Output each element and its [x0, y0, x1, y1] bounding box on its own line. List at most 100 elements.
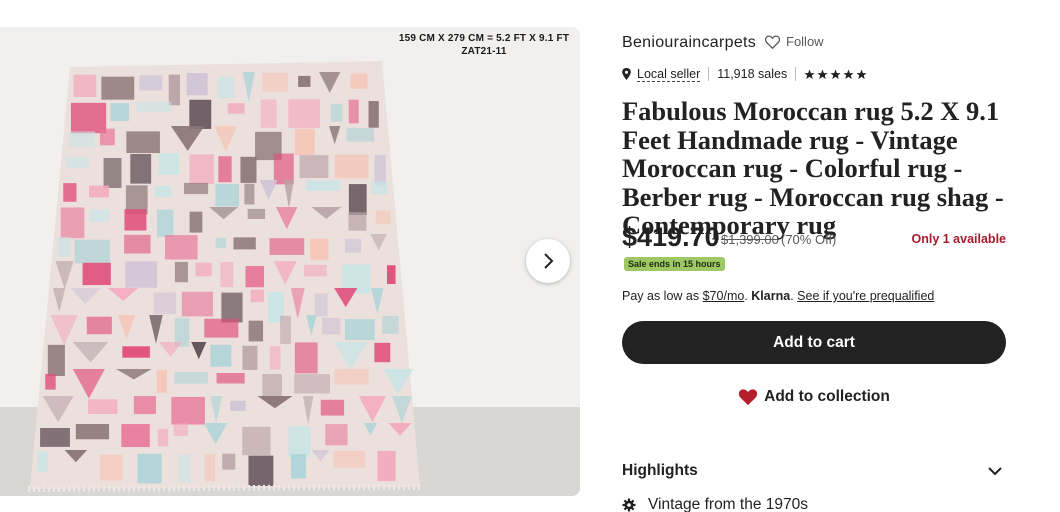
- klarna-logo: Klarna: [751, 289, 791, 303]
- local-seller-link[interactable]: Local seller: [637, 67, 701, 82]
- rug-photo: [0, 27, 580, 496]
- monthly-amount-link[interactable]: $70/mo: [703, 289, 745, 303]
- rug-motif: [322, 317, 341, 335]
- rug-motif: [298, 75, 311, 87]
- add-to-collection-button[interactable]: Add to collection: [622, 381, 1006, 413]
- rug-motif: [153, 292, 176, 315]
- discount-percent: (70% Off): [781, 232, 837, 247]
- rug-motif: [216, 373, 245, 384]
- klarna-payment-row: Pay as low as $70/mo. Klarna. See if you…: [622, 289, 934, 303]
- shop-name-link[interactable]: Beniouraincarpets: [622, 34, 756, 52]
- rug-motif: [90, 209, 110, 222]
- image-caption-dimensions: 159 CM X 279 CM = 5.2 FT X 9.1 FT: [398, 33, 570, 44]
- rug-motif: [334, 369, 369, 385]
- rug-motif: [174, 372, 208, 384]
- rug-motif: [240, 156, 257, 183]
- rug-motif: [262, 72, 288, 92]
- rug-motif: [189, 99, 212, 129]
- follow-label: Follow: [786, 34, 824, 49]
- rug-motif: [126, 131, 160, 154]
- rug-motif: [382, 315, 399, 335]
- rug-motif: [305, 180, 340, 191]
- rug-motif: [370, 181, 388, 195]
- pay-brand-suffix: .: [790, 289, 794, 303]
- rug-motif: [348, 212, 367, 231]
- highlights-toggle[interactable]: Highlights: [622, 455, 1006, 487]
- rug-motif: [157, 428, 169, 447]
- rug-motif: [294, 128, 315, 156]
- rug-motif: [227, 103, 245, 114]
- rug-motif: [88, 399, 118, 415]
- rug-motif: [156, 370, 167, 393]
- rug-motif: [348, 184, 367, 215]
- rug-motif: [65, 156, 90, 168]
- next-image-button[interactable]: [526, 239, 570, 283]
- rug-motif: [222, 453, 236, 470]
- rug-motif: [63, 183, 77, 202]
- rug-motif: [368, 101, 379, 128]
- star-icon: [804, 68, 815, 79]
- rug-motif: [204, 453, 216, 482]
- rug-motif: [184, 182, 209, 195]
- rug-motif: [103, 157, 122, 188]
- rug-motif: [178, 454, 191, 483]
- add-to-cart-label: Add to cart: [773, 333, 855, 351]
- rug-motif: [377, 450, 396, 482]
- rug-motif: [122, 346, 150, 358]
- sales-count: 11,918 sales: [717, 67, 788, 81]
- rug-motif: [136, 101, 172, 112]
- gear-icon: [622, 498, 636, 512]
- rug-motif: [210, 344, 232, 367]
- rug-motif: [273, 153, 294, 185]
- highlight-item: Vintage from the 1970s: [622, 496, 808, 512]
- rug-motif: [330, 103, 343, 122]
- rug-motif: [101, 76, 135, 100]
- rug-motif: [310, 238, 329, 260]
- rug-motif: [168, 74, 181, 106]
- rug-motif: [75, 424, 110, 440]
- prequalify-link[interactable]: See if you're prequalified: [797, 289, 934, 303]
- rug-motif: [294, 342, 318, 374]
- add-to-collection-label: Add to collection: [764, 388, 890, 405]
- rug-motif: [37, 451, 48, 472]
- rug-motif: [124, 209, 147, 231]
- rug-motif: [294, 374, 331, 394]
- rug-motif: [68, 131, 95, 148]
- rug-motif: [304, 264, 327, 277]
- heart-filled-icon: [739, 389, 758, 406]
- rug-motif: [374, 155, 386, 187]
- rug-motif: [45, 373, 56, 390]
- add-to-cart-button[interactable]: Add to cart: [622, 321, 1006, 364]
- chevron-down-icon: [988, 467, 1002, 476]
- rug-motif: [248, 455, 274, 486]
- seller-info-row: Local seller 11,918 sales: [622, 65, 867, 83]
- pay-prefix: Pay as low as: [622, 289, 700, 303]
- heart-outline-icon: [765, 35, 780, 49]
- rug-motif: [74, 239, 110, 264]
- rug-motif: [40, 427, 70, 447]
- rug-motif: [320, 399, 345, 416]
- rug-motif: [86, 316, 112, 335]
- follow-button[interactable]: Follow: [765, 34, 824, 49]
- rug-motif: [233, 237, 256, 250]
- rug-motif: [218, 156, 232, 183]
- rug-motif: [280, 315, 291, 345]
- map-pin-icon: [622, 68, 631, 80]
- sale-price: $419.70: [622, 222, 720, 252]
- rug-motif: [82, 262, 111, 286]
- star-icon: [817, 68, 828, 79]
- rug-motif: [47, 344, 65, 376]
- star-icon: [830, 68, 841, 79]
- rug-motif: [288, 426, 311, 458]
- rug-motif: [189, 154, 214, 185]
- rug-motif: [344, 319, 375, 340]
- rug-motif: [344, 238, 361, 253]
- rug-motif: [215, 237, 226, 249]
- highlight-text: Vintage from the 1970s: [648, 496, 808, 512]
- rug-motif: [139, 75, 163, 91]
- original-price: $1,399.00: [721, 232, 779, 247]
- rug-motif: [215, 183, 240, 207]
- rug-motif: [73, 74, 97, 97]
- rug-motif: [375, 210, 391, 225]
- rating-stars[interactable]: [804, 68, 867, 80]
